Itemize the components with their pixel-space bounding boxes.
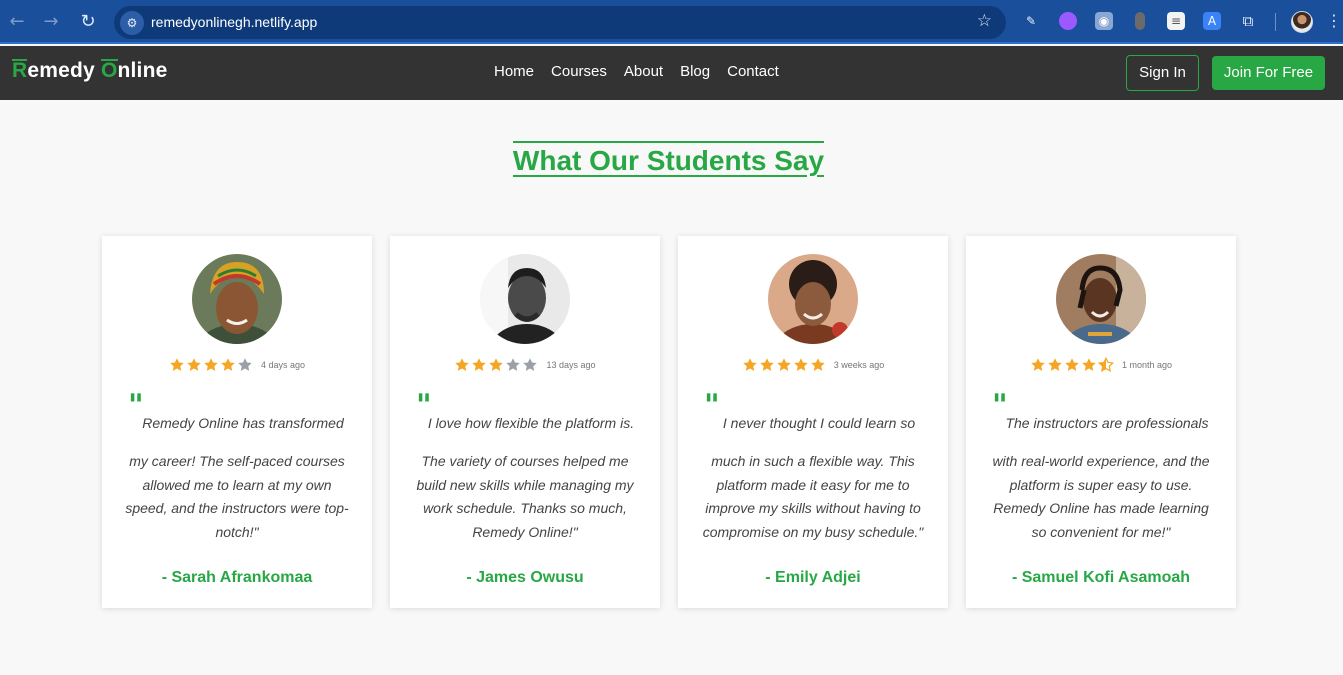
star-filled-icon <box>810 357 826 373</box>
logo-text-part2: nline <box>117 59 168 82</box>
star-filled-icon <box>1030 357 1046 373</box>
star-filled-icon <box>793 357 809 373</box>
rating-row: 1 month ago <box>966 357 1236 373</box>
star-filled-icon <box>1047 357 1063 373</box>
profile-avatar[interactable] <box>1291 11 1313 33</box>
star-filled-icon <box>776 357 792 373</box>
nav-contact-link[interactable]: Contact <box>727 63 779 80</box>
reload-icon[interactable]: ↻ <box>77 11 99 33</box>
extensions-puzzle-icon[interactable]: ⧉ <box>1239 12 1257 30</box>
rating-row: 3 weeks ago <box>678 357 948 373</box>
forward-arrow-icon[interactable]: → <box>40 11 62 33</box>
join-for-free-button[interactable]: Join For Free <box>1212 56 1325 90</box>
star-filled-icon <box>488 357 504 373</box>
student-avatar <box>192 254 282 344</box>
star-filled-icon <box>169 357 185 373</box>
testimonial-card: 4 days ago " Remedy Online has transform… <box>102 236 372 608</box>
star-empty-icon <box>505 357 521 373</box>
star-filled-icon <box>1081 357 1097 373</box>
back-arrow-icon[interactable]: ← <box>6 11 28 33</box>
quote-first-line: Remedy Online has transformed <box>142 415 344 431</box>
browser-menu-icon[interactable]: ⋮ <box>1326 11 1342 30</box>
student-avatar <box>1056 254 1146 344</box>
rating-row: 4 days ago <box>102 357 372 373</box>
bookmark-star-icon[interactable]: ☆ <box>977 11 992 31</box>
address-bar[interactable]: ⚙ remedyonlinegh.netlify.app ☆ <box>114 6 1006 39</box>
star-empty-icon <box>522 357 538 373</box>
author-name: - Samuel Kofi Asamoah <box>1011 569 1191 586</box>
quote-first-line: I never thought I could learn so <box>722 415 916 431</box>
section-heading: What Our Students Say <box>0 141 1337 177</box>
nav-blog-link[interactable]: Blog <box>680 63 710 80</box>
quote-body: with real-world experience, and the plat… <box>992 453 1210 540</box>
testimonial-card: 3 weeks ago " I never thought I could le… <box>678 236 948 608</box>
site-info-icon[interactable]: ⚙ <box>120 11 144 35</box>
quote-first-line: I love how flexible the platform is. <box>427 415 635 431</box>
testimonial-card: 1 month ago " The instructors are profes… <box>966 236 1236 608</box>
nav-about-link[interactable]: About <box>624 63 663 80</box>
logo-letter-o: O <box>100 59 118 82</box>
ai-extension-icon[interactable] <box>1059 12 1077 30</box>
star-filled-icon <box>220 357 236 373</box>
translate-extension-icon[interactable]: A <box>1203 12 1221 30</box>
star-filled-icon <box>471 357 487 373</box>
quote-body: my career! The self-paced courses allowe… <box>125 453 349 540</box>
star-empty-icon <box>237 357 253 373</box>
star-filled-icon <box>1064 357 1080 373</box>
star-rating <box>1030 357 1114 373</box>
star-half-icon <box>1097 357 1114 373</box>
star-filled-icon <box>454 357 470 373</box>
author-name: - Emily Adjei <box>765 569 861 586</box>
site-logo[interactable]: Remedy Online <box>12 59 168 83</box>
star-rating <box>454 357 538 373</box>
testimonial-card: 13 days ago " I love how flexible the pl… <box>390 236 660 608</box>
bottle-extension-icon[interactable] <box>1135 12 1145 30</box>
star-filled-icon <box>759 357 775 373</box>
star-filled-icon <box>742 357 758 373</box>
star-filled-icon <box>186 357 202 373</box>
site-header: Remedy Online Home Courses About Blog Co… <box>0 46 1343 100</box>
notes-extension-icon[interactable]: ≡ <box>1167 12 1185 30</box>
nav-home-link[interactable]: Home <box>494 63 534 80</box>
url-text[interactable]: remedyonlinegh.netlify.app <box>151 14 317 30</box>
testimonial-cards: 4 days ago " Remedy Online has transform… <box>102 236 1236 608</box>
rating-row: 13 days ago <box>390 357 660 373</box>
author-name: - Sarah Afrankomaa <box>161 569 313 586</box>
quote-body: The variety of courses helped me build n… <box>416 453 634 540</box>
browser-toolbar: ← → ↻ ⚙ remedyonlinegh.netlify.app ☆ ✎ ◉… <box>0 0 1343 44</box>
eyedropper-extension-icon[interactable]: ✎ <box>1022 12 1040 30</box>
sign-in-button[interactable]: Sign In <box>1126 55 1199 91</box>
nav-courses-link[interactable]: Courses <box>551 63 607 80</box>
toolbar-divider <box>1275 13 1276 31</box>
logo-letter-r: R <box>12 59 28 82</box>
main-nav: Home Courses About Blog Contact <box>494 63 779 80</box>
section-title-text: What Our Students Say <box>512 141 825 177</box>
camera-extension-icon[interactable]: ◉ <box>1095 12 1113 30</box>
student-avatar <box>768 254 858 344</box>
star-rating <box>169 357 253 373</box>
review-time: 3 weeks ago <box>833 360 885 370</box>
quote-body: much in such a flexible way. This platfo… <box>702 453 924 540</box>
review-time: 13 days ago <box>546 360 596 370</box>
star-filled-icon <box>203 357 219 373</box>
logo-text-part1: emedy <box>27 59 101 82</box>
star-rating <box>742 357 826 373</box>
quote-first-line: The instructors are professionals <box>1005 415 1209 431</box>
author-name: - James Owusu <box>466 569 584 586</box>
student-avatar <box>480 254 570 344</box>
review-time: 1 month ago <box>1121 360 1173 370</box>
review-time: 4 days ago <box>260 360 306 370</box>
